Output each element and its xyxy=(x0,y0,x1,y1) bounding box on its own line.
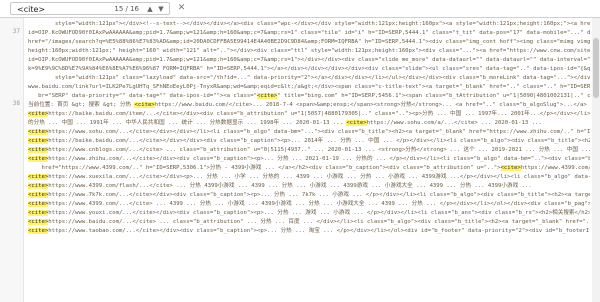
code-line: <cite>https://www.4399.com/...</cite> ..… xyxy=(28,201,590,207)
code-line: <cite>https://www.taobao.com/...</cite><… xyxy=(28,228,590,234)
code-line: href="https://www.4399.com/.." h="ID=SER… xyxy=(28,165,590,171)
line-number: 38 xyxy=(12,100,20,107)
code-line: <cite>https://www.youxi.com/...</cite></… xyxy=(28,210,590,216)
line-number-gutter: 37 38 xyxy=(0,0,24,302)
chevron-down-icon[interactable]: ▼ xyxy=(156,4,166,15)
search-match-highlight: <cite> xyxy=(28,201,49,207)
line-number: 37 xyxy=(12,28,20,35)
search-match-highlight: <cite> xyxy=(28,147,49,153)
search-match-highlight: <cite> xyxy=(28,183,49,189)
code-line: style="width:121px" class="lazyload" dat… xyxy=(54,75,590,81)
code-line: <cite>https://www.7k7k.com/...</cite></d… xyxy=(28,192,590,198)
code-line: height:160px;width:121px;" height="160" … xyxy=(28,48,590,54)
chevron-up-icon[interactable]: ▲ xyxy=(145,4,155,15)
scrollbar-thumb[interactable] xyxy=(593,38,599,98)
search-match-highlight: <cite> xyxy=(28,228,49,234)
close-icon[interactable]: ✕ xyxy=(176,3,187,14)
search-match-highlight: <cite> xyxy=(500,165,521,171)
code-line: href="/images/search?q=%E5%88%86%E7%83%A… xyxy=(28,39,590,45)
code-line: <cite>https://www.xuexila.com/...</cite>… xyxy=(28,174,590,180)
code-line: 的分热 ... 中国 ... 1991年 ... 中华人民共和国 ... 统计 … xyxy=(28,120,542,126)
search-match-highlight: <cite> xyxy=(28,138,49,144)
find-query: <cite> xyxy=(17,5,46,14)
search-match-highlight: <cite> xyxy=(28,192,49,198)
code-line: k=9%E9%9C%8D%E7%9A%84%E6%8E%A7%E6%96%87 … xyxy=(28,66,590,72)
search-match-highlight: <cite> xyxy=(28,219,49,225)
code-line: id=OIP.KcOWUFOD90f0IAxPwAAAAAA&amp;pid=1… xyxy=(28,30,590,36)
code-line: style="width:121px"></div><!--s-text--><… xyxy=(28,21,590,27)
source-code-area[interactable]: style="width:121px"></div><!--s-text--><… xyxy=(28,0,590,302)
source-view-editor: 37 38 style="width:121px"></div><!--s-te… xyxy=(0,0,600,302)
search-match-highlight: <cite> xyxy=(346,120,367,126)
code-line: www.baidu.com/link?url=ILK2Pe7LgUHTq_SFh… xyxy=(28,84,590,90)
vertical-scrollbar[interactable] xyxy=(592,18,600,302)
code-line: <cite>https://www.baidu.com/...</cite> .… xyxy=(28,219,590,225)
search-match-highlight: <cite> xyxy=(28,210,49,216)
code-line: 当前位置: 首页 &gt; 搜索 &gt; 分热 <cite>https://w… xyxy=(28,102,587,108)
search-match-highlight: <cite> xyxy=(134,102,155,108)
search-match-highlight: <cite> xyxy=(28,156,49,162)
code-line: <cite>https://www.sohu.com/...</cite></d… xyxy=(28,129,590,135)
match-count: 15 / 16 xyxy=(114,5,139,13)
search-match-highlight: <cite> xyxy=(28,174,49,180)
code-line: <cite>https://baike.baidu.com/item/...</… xyxy=(28,111,590,117)
code-line: <cite>https://www.cnblogs.com/...</cite>… xyxy=(28,147,590,153)
find-bar: <cite> 15 / 16 ▲ ▼ ✕ xyxy=(0,0,600,18)
code-line: id=OIP.KcOWUFOD90f0IAxPwAAAAAA&amp;pid=1… xyxy=(28,57,590,63)
search-match-highlight: <cite> xyxy=(257,93,278,99)
code-line: br="SERP" data-priority="" data-tag="" d… xyxy=(28,93,590,99)
code-line: <cite>https://www.4399.com/flash/...</ci… xyxy=(28,183,532,189)
search-match-highlight: <cite> xyxy=(28,129,49,135)
find-input[interactable]: <cite> 15 / 16 ▲ ▼ xyxy=(10,2,170,15)
code-line: <cite>https://baike.baidu.com/...</cite>… xyxy=(28,138,590,144)
search-match-highlight: <cite> xyxy=(28,111,49,117)
code-line: <cite>https://www.zhihu.com/...</cite></… xyxy=(28,156,590,162)
